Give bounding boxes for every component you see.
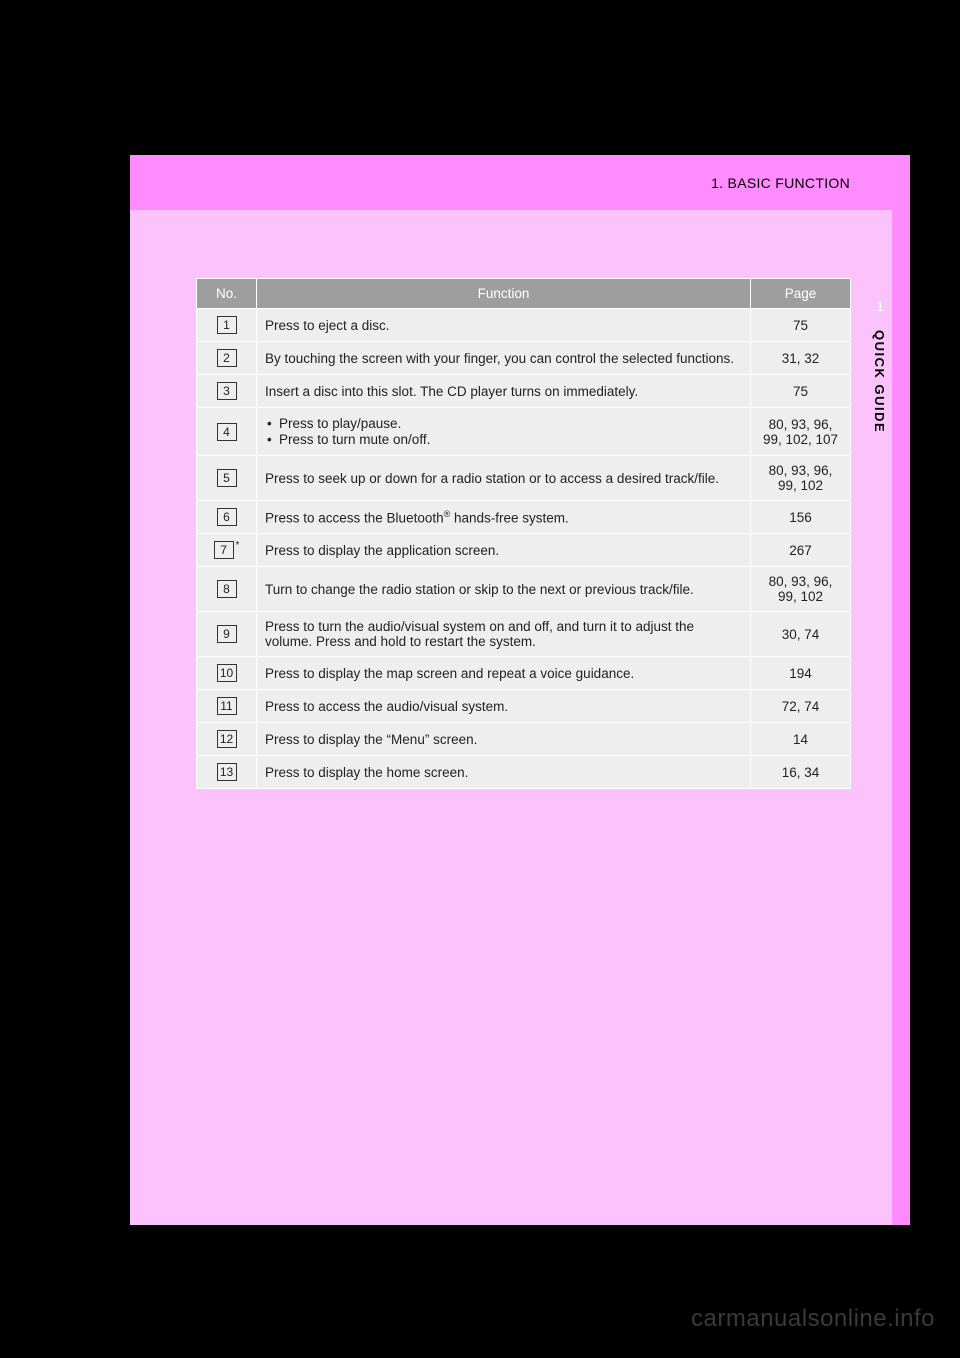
cell-page: 80, 93, 96, 99, 102 (751, 567, 851, 612)
breadcrumb: 1. BASIC FUNCTION (711, 175, 850, 191)
table-row: 7*Press to display the application scree… (197, 534, 851, 567)
cell-function: By touching the screen with your finger,… (257, 342, 751, 375)
functions-table: No. Function Page 1 Press to eject a disc… (196, 278, 851, 789)
cell-no: 6 (197, 501, 257, 534)
cell-no: 9 (197, 612, 257, 657)
bullet-item: Press to play/pause. (279, 416, 742, 431)
cell-function: Press to access the Bluetooth® hands-fre… (257, 501, 751, 534)
cell-function: Press to turn the audio/visual system on… (257, 612, 751, 657)
cell-no: 10 (197, 657, 257, 690)
cell-page: 194 (751, 657, 851, 690)
number-box-icon: 11 (217, 697, 237, 715)
table-row: 9 Press to turn the audio/visual system o… (197, 612, 851, 657)
watermark: carmanualsonline.info (691, 1305, 935, 1333)
number-box-icon: 7 (214, 541, 234, 559)
cell-page: 31, 32 (751, 342, 851, 375)
table-header-row: No. Function Page (197, 279, 851, 309)
cell-page: 80, 93, 96, 99, 102 (751, 456, 851, 501)
page-inner: 1 QUICK GUIDE No. Function Page 1 Press t… (130, 210, 892, 1225)
number-box-icon: 1 (217, 316, 237, 334)
cell-no: 1 (197, 309, 257, 342)
cell-page: 75 (751, 309, 851, 342)
cell-no: 12 (197, 723, 257, 756)
cell-no: 13 (197, 756, 257, 789)
number-box-icon: 3 (217, 382, 237, 400)
cell-function: Press to play/pause.Press to turn mute o… (257, 408, 751, 456)
table-row: 11 Press to access the audio/visual syste… (197, 690, 851, 723)
cell-page: 30, 74 (751, 612, 851, 657)
table-row: 8 Turn to change the radio station or ski… (197, 567, 851, 612)
col-header-page: Page (751, 279, 851, 309)
chapter-number: 1 (876, 298, 884, 314)
table-row: 3 Insert a disc into this slot. The CD pl… (197, 375, 851, 408)
number-box-icon: 12 (217, 730, 237, 748)
number-box-icon: 13 (217, 763, 237, 781)
col-header-no: No. (197, 279, 257, 309)
number-box-icon: 8 (217, 580, 237, 598)
bullet-list: Press to play/pause.Press to turn mute o… (265, 416, 742, 447)
cell-function: Press to access the audio/visual system. (257, 690, 751, 723)
cell-function: Press to display the map screen and repe… (257, 657, 751, 690)
number-box-icon: 9 (217, 625, 237, 643)
bullet-item: Press to turn mute on/off. (279, 432, 742, 447)
number-box-icon: 10 (217, 664, 237, 682)
cell-no: 4 (197, 408, 257, 456)
cell-function: Press to display the home screen. (257, 756, 751, 789)
cell-no: 5 (197, 456, 257, 501)
number-box-icon: 6 (217, 508, 237, 526)
cell-function: Press to seek up or down for a radio sta… (257, 456, 751, 501)
table-row: 12 Press to display the “Menu” screen.14 (197, 723, 851, 756)
page-outer: 1. BASIC FUNCTION 1 QUICK GUIDE No. Func… (130, 155, 910, 1225)
cell-page: 80, 93, 96, 99, 102, 107 (751, 408, 851, 456)
table-row: 1 Press to eject a disc.75 (197, 309, 851, 342)
number-box-icon: 4 (217, 423, 237, 441)
col-header-function: Function (257, 279, 751, 309)
table-row: 13 Press to display the home screen.16, 3… (197, 756, 851, 789)
footnote-star: * (236, 540, 240, 551)
cell-function: Press to display the application screen. (257, 534, 751, 567)
cell-page: 14 (751, 723, 851, 756)
cell-page: 267 (751, 534, 851, 567)
table-row: 4 Press to play/pause.Press to turn mute … (197, 408, 851, 456)
cell-no: 11 (197, 690, 257, 723)
table-row: 6 Press to access the Bluetooth® hands-fr… (197, 501, 851, 534)
cell-no: 3 (197, 375, 257, 408)
table-row: 2 By touching the screen with your finger… (197, 342, 851, 375)
cell-function: Press to eject a disc. (257, 309, 751, 342)
cell-function: Insert a disc into this slot. The CD pla… (257, 375, 751, 408)
cell-function: Press to display the “Menu” screen. (257, 723, 751, 756)
table-row: 10 Press to display the map screen and re… (197, 657, 851, 690)
table-row: 5 Press to seek up or down for a radio st… (197, 456, 851, 501)
section-side-label: QUICK GUIDE (872, 330, 887, 433)
cell-no: 7* (197, 534, 257, 567)
cell-page: 156 (751, 501, 851, 534)
cell-page: 16, 34 (751, 756, 851, 789)
cell-function: Turn to change the radio station or skip… (257, 567, 751, 612)
cell-page: 75 (751, 375, 851, 408)
number-box-icon: 5 (217, 469, 237, 487)
cell-page: 72, 74 (751, 690, 851, 723)
cell-no: 2 (197, 342, 257, 375)
number-box-icon: 2 (217, 349, 237, 367)
cell-no: 8 (197, 567, 257, 612)
